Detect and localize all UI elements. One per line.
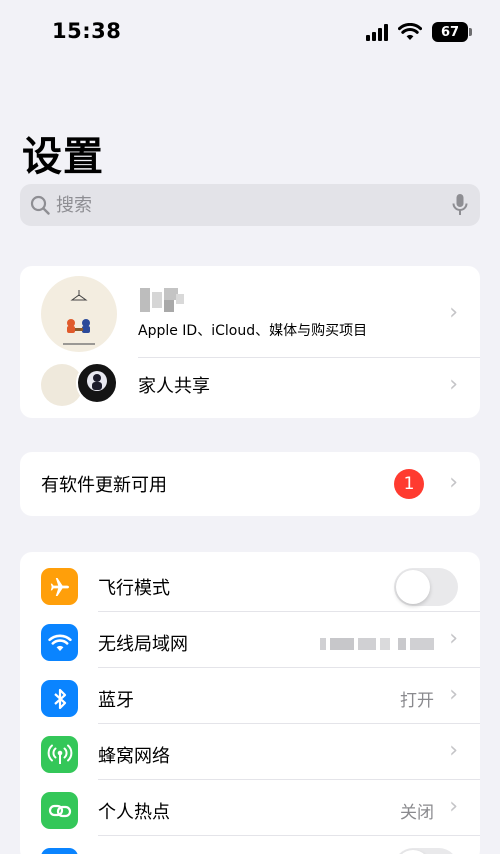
- airplane-mode-row: 飞行模式: [20, 556, 480, 612]
- battery-icon: 67: [432, 22, 472, 42]
- apple-id-subtitle: Apple ID、iCloud、媒体与购买项目: [138, 323, 368, 339]
- search-input[interactable]: [56, 194, 452, 216]
- bluetooth-icon: [41, 680, 78, 717]
- wifi-status-icon: [398, 23, 422, 40]
- wifi-label: 无线局域网: [98, 634, 188, 655]
- chevron-right-icon: ›: [449, 738, 458, 763]
- status-icons: 67: [366, 22, 472, 42]
- family-sharing-label: 家人共享: [138, 376, 210, 397]
- bluetooth-label: 蓝牙: [98, 690, 134, 711]
- avatar: [41, 276, 117, 352]
- status-bar: 15:38 67: [0, 0, 500, 66]
- chevron-right-icon: ›: [449, 470, 458, 495]
- hotspot-link-icon: [41, 792, 78, 829]
- chevron-right-icon: ›: [449, 372, 458, 397]
- chevron-right-icon: ›: [449, 682, 458, 707]
- family-sharing-row[interactable]: 家人共享 ›: [20, 358, 480, 416]
- mic-icon[interactable]: [452, 193, 468, 217]
- wifi-icon: [41, 624, 78, 661]
- next-setting-row-partial[interactable]: [20, 836, 480, 854]
- chevron-right-icon: ›: [449, 626, 458, 651]
- cellular-antenna-icon: [41, 736, 78, 773]
- family-member-avatar: [76, 362, 118, 404]
- search-icon: [30, 195, 50, 215]
- wifi-row[interactable]: 无线局域网 ›: [20, 612, 480, 668]
- cellular-signal-icon: [366, 23, 388, 41]
- setting-icon-partial: [41, 848, 78, 854]
- bluetooth-status: 打开: [400, 691, 434, 711]
- notification-badge: 1: [394, 469, 424, 499]
- search-bar[interactable]: [20, 184, 480, 226]
- page-title: 设置: [22, 134, 104, 180]
- software-update-group[interactable]: 有软件更新可用 1 ›: [20, 452, 480, 516]
- cellular-label: 蜂窝网络: [98, 746, 170, 767]
- personal-hotspot-label: 个人热点: [98, 802, 170, 823]
- personal-hotspot-row[interactable]: 个人热点 关闭 ›: [20, 780, 480, 836]
- bluetooth-row[interactable]: 蓝牙 打开 ›: [20, 668, 480, 724]
- status-time: 15:38: [52, 19, 122, 43]
- airplane-mode-label: 飞行模式: [98, 578, 170, 599]
- airplane-mode-toggle[interactable]: [394, 568, 458, 606]
- software-update-label: 有软件更新可用: [41, 475, 167, 496]
- apple-id-group: Apple ID、iCloud、媒体与购买项目 › 家人共享 ›: [20, 266, 480, 418]
- account-name-redacted: [140, 288, 186, 312]
- personal-hotspot-status: 关闭: [400, 803, 434, 823]
- chevron-right-icon: ›: [449, 300, 458, 325]
- chevron-right-icon: ›: [449, 794, 458, 819]
- cellular-row[interactable]: 蜂窝网络 ›: [20, 724, 480, 780]
- setting-toggle-partial[interactable]: [394, 848, 458, 854]
- airplane-icon: [41, 568, 78, 605]
- connectivity-settings-group: 飞行模式 无线局域网 › 蓝牙 打开 › 蜂窝网络 › 个人热点 关闭 ›: [20, 552, 480, 854]
- apple-id-row[interactable]: Apple ID、iCloud、媒体与购买项目 ›: [20, 266, 480, 358]
- wifi-network-name-redacted: [320, 638, 434, 650]
